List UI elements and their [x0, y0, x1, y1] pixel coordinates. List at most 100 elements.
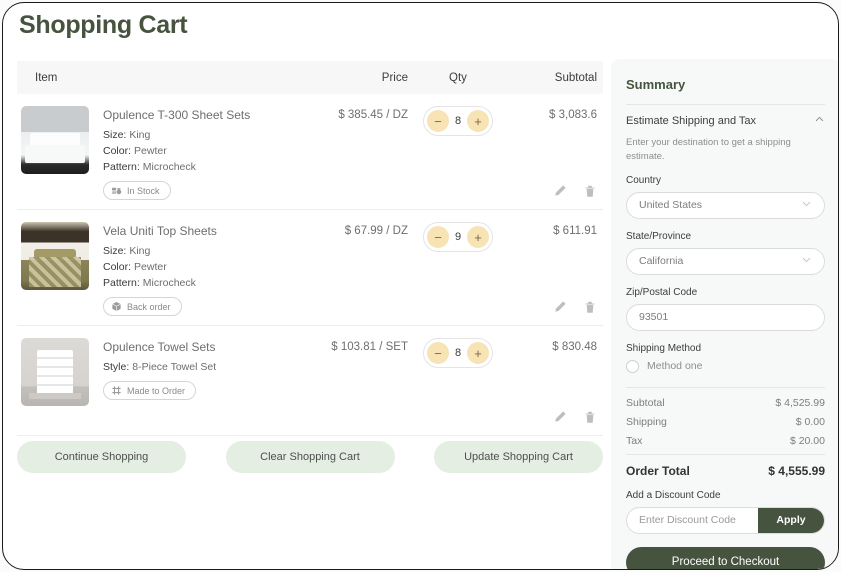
- qty-cell: − 8 +: [408, 106, 508, 201]
- divider: [626, 386, 825, 388]
- shipping-method-option[interactable]: Method one: [626, 359, 825, 373]
- status-badge: Made to Order: [103, 381, 197, 400]
- grid-hash-icon: [111, 385, 122, 396]
- product-name[interactable]: Opulence Towel Sets: [103, 340, 216, 354]
- delete-icon[interactable]: [583, 300, 597, 319]
- quantity-value[interactable]: 8: [455, 347, 461, 359]
- item-cell: Vela Uniti Top Sheets Size: King Color: Pe…: [17, 222, 303, 317]
- item-cell: Opulence Towel Sets Style: 8-Piece Towel …: [17, 338, 303, 427]
- product-name[interactable]: Vela Uniti Top Sheets: [103, 224, 217, 238]
- attribute-value: Microcheck: [142, 277, 196, 289]
- shipping-method-option-label: Method one: [647, 360, 703, 373]
- row-actions: [553, 300, 597, 319]
- product-image[interactable]: [21, 222, 89, 290]
- estimate-shipping-label: Estimate Shipping and Tax: [626, 115, 757, 127]
- decrement-button[interactable]: −: [427, 342, 449, 364]
- edit-icon[interactable]: [553, 184, 567, 203]
- status-badge: Back order: [103, 297, 182, 316]
- column-header-qty: Qty: [449, 71, 467, 84]
- totals-label: Shipping: [626, 415, 667, 428]
- estimate-shipping-accordion[interactable]: Estimate Shipping and Tax: [626, 114, 825, 136]
- table-row: Opulence T-300 Sheet Sets Size: King Colo…: [17, 94, 603, 210]
- increment-button[interactable]: +: [467, 226, 489, 248]
- quantity-stepper[interactable]: − 8 +: [423, 106, 493, 136]
- discount-code-group: Enter Discount Code Apply: [626, 506, 825, 534]
- delete-icon[interactable]: [583, 410, 597, 429]
- column-header-item: Item: [35, 71, 58, 84]
- decrement-button[interactable]: −: [427, 110, 449, 132]
- product-attribute: Size: King: [103, 245, 217, 257]
- product-name[interactable]: Opulence T-300 Sheet Sets: [103, 108, 250, 122]
- summary-panel: Summary Estimate Shipping and Tax Enter …: [611, 59, 838, 569]
- attribute-value: 8-Piece Towel Set: [132, 361, 217, 373]
- column-header-subtotal: Subtotal: [554, 71, 597, 84]
- page-title: Shopping Cart: [19, 11, 188, 39]
- clear-cart-button[interactable]: Clear Shopping Cart: [225, 441, 395, 473]
- unit-price: $ 385.45 / DZ: [338, 109, 408, 121]
- divider: [626, 453, 825, 455]
- product-attribute: Size: King: [103, 129, 250, 141]
- chevron-down-icon[interactable]: [801, 198, 812, 212]
- chevron-up-icon[interactable]: [814, 114, 825, 128]
- badge-label: Back order: [127, 301, 171, 312]
- attribute-key: Style:: [103, 361, 130, 373]
- attribute-value: Pewter: [134, 261, 167, 273]
- product-image[interactable]: [21, 106, 89, 174]
- attribute-value: Pewter: [134, 145, 167, 157]
- quantity-stepper[interactable]: − 9 +: [423, 222, 493, 252]
- badge-label: In Stock: [127, 185, 160, 196]
- qty-cell: − 9 +: [408, 222, 508, 317]
- totals-row-subtotal: Subtotal $ 4,525.99: [626, 397, 825, 409]
- attribute-value: Microcheck: [142, 161, 196, 173]
- decrement-button[interactable]: −: [427, 226, 449, 248]
- quantity-stepper[interactable]: − 8 +: [423, 338, 493, 368]
- discount-label: Add a Discount Code: [626, 489, 721, 501]
- totals-row-tax: Tax $ 20.00: [626, 435, 825, 447]
- item-cell: Opulence T-300 Sheet Sets Size: King Colo…: [17, 106, 303, 201]
- apply-discount-button[interactable]: Apply: [758, 507, 824, 533]
- attribute-key: Size:: [103, 129, 127, 141]
- table-row: Opulence Towel Sets Style: 8-Piece Towel …: [17, 326, 603, 436]
- inventory-box-icon: [111, 185, 122, 196]
- attribute-key: Color:: [103, 261, 132, 273]
- product-attribute: Pattern: Microcheck: [103, 277, 217, 289]
- quantity-value[interactable]: 8: [455, 115, 461, 127]
- state-label: State/Province: [626, 230, 692, 242]
- row-actions: [553, 184, 597, 203]
- cart-table: Item Price Qty Subtotal Opulence T-300 S…: [17, 61, 603, 436]
- increment-button[interactable]: +: [467, 110, 489, 132]
- country-select[interactable]: United States: [626, 191, 825, 219]
- zip-input[interactable]: 93501: [626, 303, 825, 331]
- divider: [626, 104, 825, 105]
- state-select[interactable]: California: [626, 247, 825, 275]
- delete-icon[interactable]: [583, 184, 597, 203]
- country-value: United States: [639, 199, 703, 212]
- state-value: California: [639, 255, 684, 268]
- cart-actions: Continue Shopping Clear Shopping Cart Up…: [17, 441, 603, 473]
- attribute-key: Pattern:: [103, 161, 140, 173]
- totals-value: $ 0.00: [795, 415, 825, 428]
- chevron-down-icon[interactable]: [801, 254, 812, 268]
- discount-input[interactable]: Enter Discount Code: [627, 508, 758, 533]
- attribute-value: King: [129, 245, 151, 257]
- product-attribute: Style: 8-Piece Towel Set: [103, 361, 216, 373]
- status-badge: In Stock: [103, 181, 171, 200]
- update-cart-button[interactable]: Update Shopping Cart: [434, 441, 603, 473]
- proceed-to-checkout-button[interactable]: Proceed to Checkout: [626, 546, 825, 569]
- edit-icon[interactable]: [553, 410, 567, 429]
- edit-icon[interactable]: [553, 300, 567, 319]
- order-total-label: Order Total: [626, 463, 690, 478]
- product-image[interactable]: [21, 338, 89, 406]
- increment-button[interactable]: +: [467, 342, 489, 364]
- order-total-row: Order Total $ 4,555.99: [626, 464, 825, 478]
- attribute-key: Size:: [103, 245, 127, 257]
- table-row: Vela Uniti Top Sheets Size: King Color: Pe…: [17, 210, 603, 326]
- table-header-row: Item Price Qty Subtotal: [17, 61, 603, 94]
- quantity-value[interactable]: 9: [455, 231, 461, 243]
- radio-button[interactable]: [626, 359, 639, 373]
- attribute-key: Color:: [103, 145, 132, 157]
- app-window: Shopping Cart Item Price Qty Subtotal Op…: [0, 0, 841, 572]
- continue-shopping-button[interactable]: Continue Shopping: [17, 441, 186, 473]
- totals-label: Subtotal: [626, 396, 665, 409]
- totals-value: $ 20.00: [789, 434, 825, 447]
